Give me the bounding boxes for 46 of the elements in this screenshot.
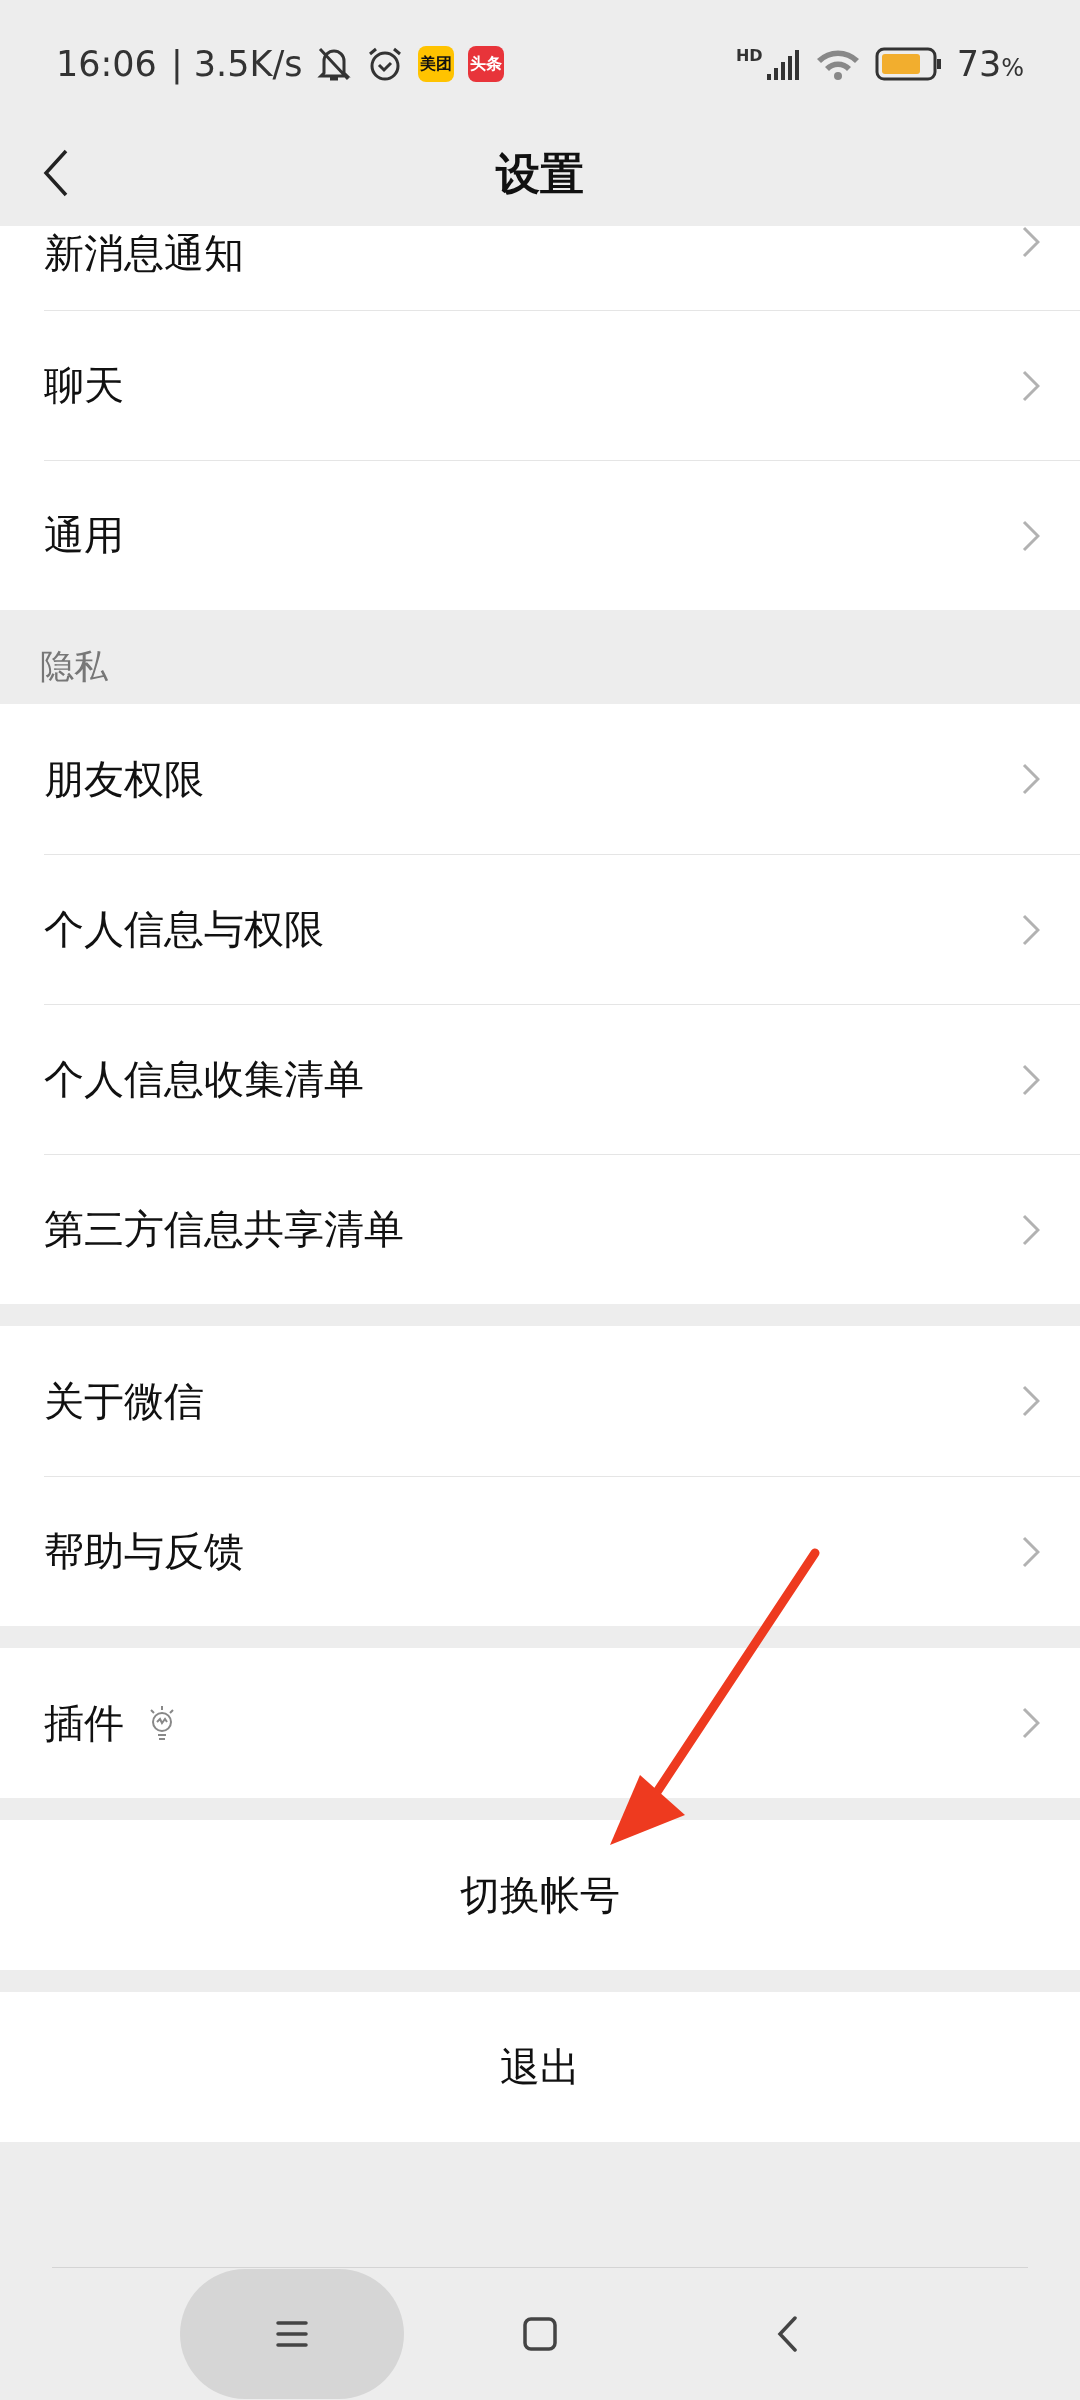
row-label: 新消息通知 (44, 229, 244, 278)
network-speed: | 3.5K/s (170, 44, 303, 84)
settings-row[interactable]: 聊天 (44, 310, 1080, 460)
row-label: 关于微信 (44, 1376, 204, 1426)
action-button[interactable]: 切换帐号 (0, 1820, 1080, 1970)
settings-row[interactable]: 关于微信 (44, 1326, 1080, 1476)
row-label: 插件 (44, 1698, 124, 1748)
app-notification-icon: 美团 (418, 46, 455, 82)
signal-icon (766, 48, 801, 80)
app-notification-icon: 头条 (468, 46, 505, 82)
chevron-icon (1022, 1707, 1040, 1739)
clock: 16:06 (56, 44, 157, 84)
chevron-icon (1022, 226, 1040, 258)
chevron-icon (1022, 913, 1040, 946)
row-label: 个人信息与权限 (44, 905, 324, 954)
page-title: 设置 (496, 146, 584, 201)
battery-percent: 73% (956, 44, 1024, 84)
back-icon (42, 148, 70, 197)
row-label: 朋友权限 (44, 754, 204, 804)
chevron-icon (1022, 1535, 1040, 1568)
chevron-icon (1022, 519, 1040, 552)
settings-row[interactable]: 帮助与反馈 (44, 1476, 1080, 1626)
network-type: HD (735, 46, 763, 65)
settings-row[interactable]: 个人信息收集清单 (44, 1004, 1080, 1154)
settings-row[interactable]: 新消息通知 (44, 226, 1080, 310)
battery-icon (874, 47, 943, 81)
row-label: 聊天 (44, 361, 124, 410)
settings-row[interactable]: 个人信息与权限 (44, 854, 1080, 1004)
muted-bell-icon (316, 45, 353, 83)
row-label: 切换帐号 (460, 1870, 620, 1920)
row-label: 帮助与反馈 (44, 1527, 244, 1576)
row-label: 通用 (44, 511, 124, 560)
settings-row[interactable]: 朋友权限 (44, 704, 1080, 854)
chevron-icon (1022, 763, 1040, 795)
chevron-icon (1022, 369, 1040, 402)
row-label: 退出 (500, 2042, 580, 2092)
action-button[interactable]: 退出 (0, 1992, 1080, 2142)
settings-row[interactable]: 第三方信息共享清单 (44, 1154, 1080, 1304)
chevron-icon (1022, 1385, 1040, 1417)
row-label: 第三方信息共享清单 (44, 1205, 404, 1254)
menu-icon (276, 2320, 308, 2348)
chevron-icon (1022, 1213, 1040, 1246)
chevron-icon (1022, 1063, 1040, 1096)
square-icon (523, 2317, 557, 2351)
row-label: 个人信息收集清单 (44, 1055, 364, 1104)
back-icon (777, 2316, 799, 2352)
